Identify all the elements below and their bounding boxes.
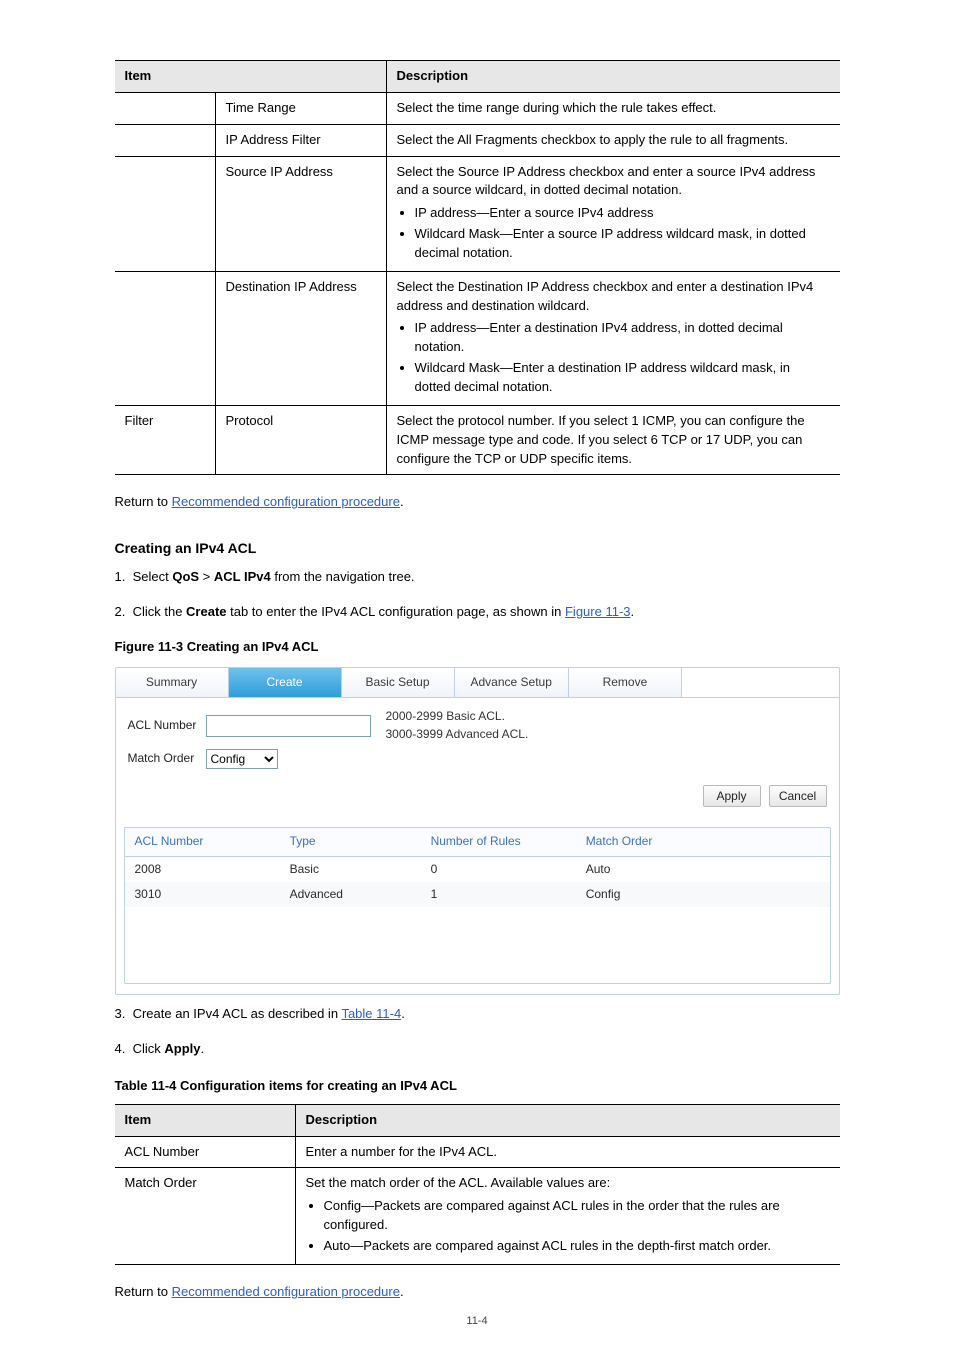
step-2: 2. Click the Create tab to enter the IPv… xyxy=(115,603,840,622)
t113-desc: Select the All Fragments checkbox to app… xyxy=(386,124,840,156)
t113-item: Destination IP Address xyxy=(215,271,386,405)
t113-head-desc: Description xyxy=(386,61,840,93)
col-match-order[interactable]: Match Order xyxy=(576,828,830,856)
t114-head-desc: Description xyxy=(295,1104,840,1136)
acl-number-input[interactable] xyxy=(206,715,371,737)
t113-desc: Select the protocol number. If you selec… xyxy=(386,405,840,475)
col-type[interactable]: Type xyxy=(280,828,421,856)
table-11-4-label: Table 11-4 Configuration items for creat… xyxy=(115,1077,840,1096)
recommended-procedure-link-2[interactable]: Recommended configuration procedure xyxy=(172,1284,400,1299)
t113-item: Time Range xyxy=(215,92,386,124)
table-row[interactable]: 3010 Advanced 1 Config xyxy=(125,882,830,907)
section-heading: Creating an IPv4 ACL xyxy=(115,538,840,558)
tab-bar: Summary Create Basic Setup Advance Setup… xyxy=(116,668,839,698)
t113-body: Time Range Select the time range during … xyxy=(115,92,840,475)
t114-item: ACL Number xyxy=(115,1136,296,1168)
t113-item: Protocol xyxy=(215,405,386,475)
table-row: Source IP Address Select the Source IP A… xyxy=(115,156,840,271)
table-row: ACL Number Enter a number for the IPv4 A… xyxy=(115,1136,840,1168)
figure-ref-link[interactable]: Figure 11-3 xyxy=(565,604,631,619)
acl-number-label: ACL Number xyxy=(128,717,200,734)
match-order-select[interactable]: Config xyxy=(206,749,278,769)
table-row: Match Order Set the match order of the A… xyxy=(115,1168,840,1264)
cancel-button[interactable]: Cancel xyxy=(769,785,827,807)
t114-head-item: Item xyxy=(115,1104,296,1136)
acl-list-panel: ACL Number Type Number of Rules Match Or… xyxy=(124,827,831,984)
match-order-label: Match Order xyxy=(128,750,200,767)
figure-label: Figure 11-3 Creating an IPv4 ACL xyxy=(115,638,840,657)
table-11-3: Item Description Time Range Select the t… xyxy=(115,60,840,475)
t113-desc: Select the Source IP Address checkbox an… xyxy=(386,156,840,271)
tab-advance-setup[interactable]: Advance Setup xyxy=(455,668,569,697)
create-form: ACL Number 2000-2999 Basic ACL. 3000-399… xyxy=(116,698,839,779)
step-3: 3. Create an IPv4 ACL as described in Ta… xyxy=(115,1005,840,1024)
step-1: 1. Select QoS > ACL IPv4 from the naviga… xyxy=(115,568,840,587)
tab-summary[interactable]: Summary xyxy=(116,668,229,697)
recommended-procedure-link[interactable]: Recommended configuration procedure xyxy=(172,494,400,509)
t114-desc: Enter a number for the IPv4 ACL. xyxy=(295,1136,840,1168)
table-row[interactable]: 2008 Basic 0 Auto xyxy=(125,856,830,882)
t114-desc: Set the match order of the ACL. Availabl… xyxy=(295,1168,840,1264)
col-num-rules[interactable]: Number of Rules xyxy=(421,828,576,856)
t114-item: Match Order xyxy=(115,1168,296,1264)
t113-desc: Select the time range during which the r… xyxy=(386,92,840,124)
t113-item: IP Address Filter xyxy=(215,124,386,156)
t113-desc: Select the Destination IP Address checkb… xyxy=(386,271,840,405)
acl-list-table: ACL Number Type Number of Rules Match Or… xyxy=(125,828,830,907)
table-row: IP Address Filter Select the All Fragmen… xyxy=(115,124,840,156)
tab-basic-setup[interactable]: Basic Setup xyxy=(342,668,455,697)
page-number: 11-4 xyxy=(0,1314,954,1330)
table-row: Time Range Select the time range during … xyxy=(115,92,840,124)
table-ref-link[interactable]: Table 11-4 xyxy=(341,1006,401,1021)
tab-create[interactable]: Create xyxy=(229,668,342,697)
acl-number-hint: 2000-2999 Basic ACL. 3000-3999 Advanced … xyxy=(386,708,827,743)
step-4: 4. Click Apply. xyxy=(115,1040,840,1059)
t113-head-item: Item xyxy=(115,61,387,93)
table-11-4: Item Description ACL Number Enter a numb… xyxy=(115,1104,840,1265)
col-acl-number[interactable]: ACL Number xyxy=(125,828,280,856)
table-row: Destination IP Address Select the Destin… xyxy=(115,271,840,405)
form-button-row: Apply Cancel xyxy=(116,779,839,817)
tab-remove[interactable]: Remove xyxy=(569,668,682,697)
t113-item-main: Filter xyxy=(115,405,216,475)
return-link-para: Return to Recommended configuration proc… xyxy=(115,493,840,512)
figure-11-3-screenshot: Summary Create Basic Setup Advance Setup… xyxy=(115,667,840,995)
return-link-para-2: Return to Recommended configuration proc… xyxy=(115,1283,840,1302)
table-row: Filter Protocol Select the protocol numb… xyxy=(115,405,840,475)
t113-item: Source IP Address xyxy=(215,156,386,271)
apply-button[interactable]: Apply xyxy=(703,785,761,807)
